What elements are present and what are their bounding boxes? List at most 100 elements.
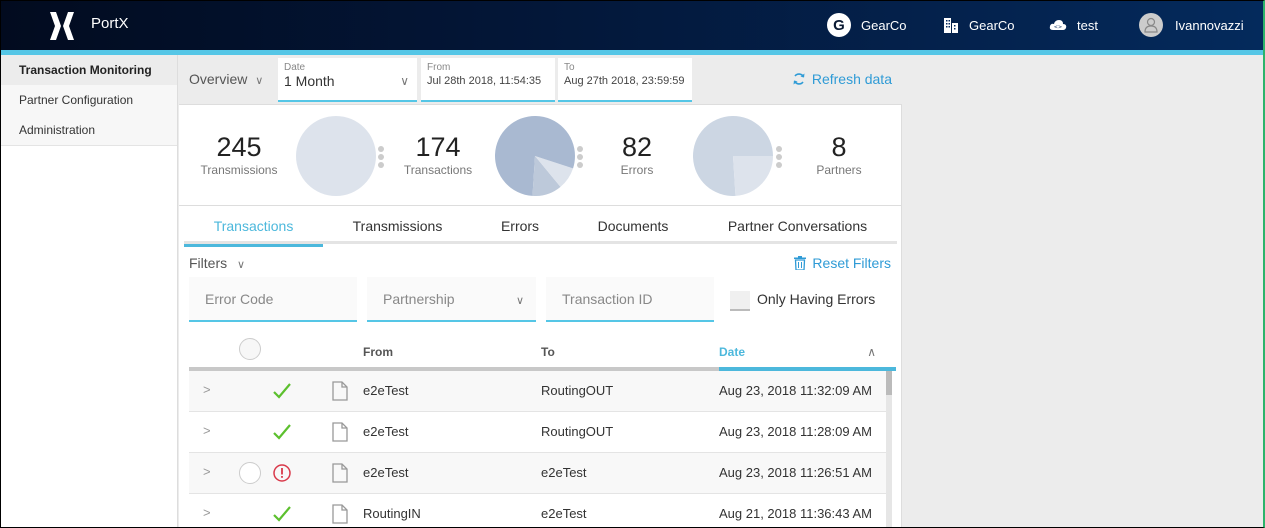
errors-more-icon[interactable]: [776, 146, 782, 170]
stat-label: Transactions: [403, 163, 473, 177]
sidebar-item-partner-configuration[interactable]: Partner Configuration: [1, 85, 177, 115]
overview-label: Overview: [189, 71, 248, 87]
filters-toggle[interactable]: Filters ∨: [189, 255, 245, 271]
tab-transmissions[interactable]: Transmissions: [323, 208, 472, 244]
table-row[interactable]: > RoutingIN e2eTest Aug 21, 2018 11:36:4…: [189, 494, 886, 527]
select-all-checkbox[interactable]: [239, 338, 261, 360]
transaction-id-input[interactable]: Transaction ID: [546, 277, 714, 322]
stat-transmissions: 245 Transmissions: [193, 132, 285, 177]
cell-date: Aug 23, 2018 11:26:51 AM: [719, 465, 872, 480]
brand-name[interactable]: PortX: [91, 15, 129, 32]
user-icon: [1144, 17, 1158, 33]
refresh-label: Refresh data: [811, 71, 892, 87]
stat-label: Transmissions: [200, 163, 278, 177]
environment-name: test: [1077, 17, 1098, 33]
stat-value: 174: [415, 132, 461, 162]
expand-row-icon[interactable]: >: [203, 382, 211, 397]
filters-label: Filters: [189, 255, 228, 271]
cell-date: Aug 23, 2018 11:32:09 AM: [719, 383, 872, 398]
chevron-down-icon: ∨: [237, 259, 246, 271]
table-scrollbar[interactable]: [886, 371, 892, 527]
table-row[interactable]: > e2eTest e2eTest Aug 23, 2018 11:26:51 …: [189, 453, 886, 494]
stat-value: 245: [216, 132, 262, 162]
to-label: To: [564, 62, 575, 73]
tab-errors[interactable]: Errors: [472, 208, 568, 244]
transmissions-pie-chart[interactable]: [296, 116, 376, 196]
reset-filters-label: Reset Filters: [812, 255, 891, 271]
organization-selector[interactable]: G GearCo: [827, 11, 907, 39]
sidebar: Transaction Monitoring Partner Configura…: [1, 55, 178, 527]
from-value: Jul 28th 2018, 11:54:35: [427, 75, 542, 87]
tab-transactions[interactable]: Transactions: [184, 208, 323, 247]
user-menu[interactable]: Ivannovazzi: [1139, 11, 1244, 39]
transactions-pie-chart[interactable]: [495, 116, 575, 196]
document-icon[interactable]: [332, 381, 348, 401]
cell-from: e2eTest: [363, 465, 409, 480]
error-alert-icon: [273, 464, 291, 482]
trash-icon: [794, 256, 807, 270]
sidebar-item-transaction-monitoring[interactable]: Transaction Monitoring: [1, 55, 177, 85]
building-icon: [944, 18, 958, 33]
transactions-more-icon[interactable]: [577, 146, 583, 170]
errors-pie-chart[interactable]: [693, 116, 773, 196]
stat-transactions: 174 Transactions: [392, 132, 484, 177]
success-check-icon: [273, 506, 291, 522]
from-date-field[interactable]: From Jul 28th 2018, 11:54:35: [421, 58, 555, 102]
partnership-select[interactable]: Partnership ∨: [367, 277, 536, 322]
portx-logo-icon[interactable]: [47, 11, 77, 41]
cloud-code-icon: <>: [1049, 20, 1067, 31]
tab-documents[interactable]: Documents: [568, 208, 698, 244]
date-label: Date: [284, 62, 306, 73]
chevron-down-icon: ∨: [400, 74, 409, 88]
document-icon[interactable]: [332, 463, 348, 483]
column-header-date[interactable]: Date: [719, 345, 745, 359]
tab-partner-conversations[interactable]: Partner Conversations: [698, 208, 897, 244]
to-date-field[interactable]: To Aug 27th 2018, 23:59:59: [558, 58, 692, 102]
stat-errors: 82 Errors: [591, 132, 683, 177]
document-icon[interactable]: [332, 504, 348, 524]
cell-to: RoutingOUT: [541, 424, 614, 439]
error-code-input[interactable]: Error Code: [189, 277, 357, 322]
column-header-from[interactable]: From: [363, 345, 393, 359]
svg-text:<>: <>: [1054, 25, 1062, 31]
stat-label: Errors: [620, 163, 654, 177]
sidebar-item-administration[interactable]: Administration: [1, 115, 177, 145]
scrollbar-thumb[interactable]: [886, 371, 892, 395]
chevron-down-icon: ∨: [515, 295, 524, 307]
summary-stats: 245 Transmissions 174 Transactions 82 Er…: [179, 106, 902, 206]
cell-from: e2eTest: [363, 383, 409, 398]
expand-row-icon[interactable]: >: [203, 505, 211, 520]
only-having-errors-label[interactable]: Only Having Errors: [757, 291, 875, 307]
reset-filters-button[interactable]: Reset Filters: [794, 255, 891, 271]
user-name: Ivannovazzi: [1175, 17, 1244, 33]
only-having-errors-checkbox[interactable]: [730, 291, 750, 311]
toolbar: Overview ∨ Date 1 Month ∨ From Jul 28th …: [179, 55, 902, 105]
pie-slice: [733, 156, 773, 196]
cell-date: Aug 21, 2018 11:36:43 AM: [719, 506, 872, 521]
environment-selector[interactable]: <> test: [1049, 11, 1098, 39]
table-row[interactable]: > e2eTest RoutingOUT Aug 23, 2018 11:28:…: [189, 412, 886, 453]
organization-name: GearCo: [861, 17, 907, 33]
cell-date: Aug 23, 2018 11:28:09 AM: [719, 424, 872, 439]
company-selector[interactable]: GearCo: [943, 11, 1015, 39]
overview-dropdown[interactable]: Overview ∨: [189, 71, 263, 87]
date-value: 1 Month: [284, 73, 335, 89]
sort-ascending-icon[interactable]: ∧: [867, 345, 876, 359]
cell-to: RoutingOUT: [541, 383, 614, 398]
refresh-data-button[interactable]: Refresh data: [792, 71, 892, 87]
transmissions-more-icon[interactable]: [378, 146, 384, 170]
expand-row-icon[interactable]: >: [203, 423, 211, 438]
stat-value: 8: [831, 132, 847, 162]
to-value: Aug 27th 2018, 23:59:59: [564, 75, 685, 87]
cell-to: e2eTest: [541, 465, 587, 480]
table-row[interactable]: > e2eTest RoutingOUT Aug 23, 2018 11:32:…: [189, 371, 886, 412]
success-check-icon: [273, 424, 291, 440]
pie-slice: [296, 116, 376, 196]
expand-row-icon[interactable]: >: [203, 464, 211, 479]
date-range-select[interactable]: Date 1 Month ∨: [278, 58, 417, 102]
row-select-checkbox[interactable]: [239, 462, 261, 484]
document-icon[interactable]: [332, 422, 348, 442]
cell-to: e2eTest: [541, 506, 587, 521]
partnership-placeholder: Partnership: [383, 291, 455, 307]
column-header-to[interactable]: To: [541, 345, 555, 359]
